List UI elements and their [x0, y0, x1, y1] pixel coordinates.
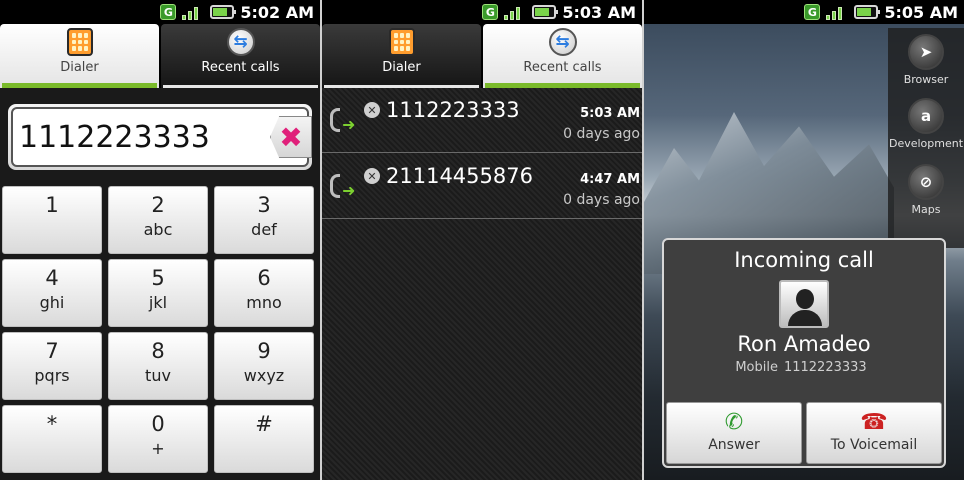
caller-name: Ron Amadeo [737, 332, 871, 356]
incoming-call-dialog: Incoming call Ron Amadeo Mobile 111222333… [662, 238, 946, 468]
call-date: 0 days ago [563, 192, 640, 208]
clock: 5:05 AM [884, 2, 958, 22]
status-bar: G 5:03 AM [322, 0, 642, 24]
network-type-icon: G [804, 4, 821, 20]
recent-calls-icon: ⇆ [226, 28, 255, 56]
phone-red-icon: ☎ [860, 409, 888, 435]
clock: 5:03 AM [562, 2, 636, 22]
contact-avatar-icon [779, 280, 829, 328]
phone-green-icon: ✆ [724, 409, 744, 435]
tab-label: Dialer [382, 60, 421, 75]
key-4[interactable]: 4 ghi [2, 259, 102, 327]
key-star[interactable]: * [2, 405, 102, 473]
call-log-item[interactable]: ➜ ✕ 21114455876 4:47 AM 0 days ago [322, 154, 642, 219]
tab-dialer[interactable]: Dialer [0, 24, 159, 88]
dialed-number: 1112223333 [11, 107, 309, 167]
key-hash[interactable]: # [214, 405, 314, 473]
app-browser[interactable]: ➤ Browser [888, 34, 964, 86]
outgoing-call-icon: ➜ [330, 108, 360, 134]
battery-icon [854, 5, 881, 19]
signal-icon [182, 4, 204, 20]
key-8[interactable]: 8 tuv [108, 332, 208, 400]
tab-label: Recent calls [523, 60, 602, 75]
caller-number: 1112223333 [783, 360, 867, 375]
signal-icon [504, 4, 526, 20]
key-9[interactable]: 9 wxyz [214, 332, 314, 400]
signal-icon [826, 4, 848, 20]
call-log-item[interactable]: ➜ ✕ 1112223333 5:03 AM 0 days ago [322, 88, 642, 153]
recent-calls-icon: ⇆ [548, 28, 577, 56]
delete-x-icon: ✖ [279, 120, 303, 154]
key-2[interactable]: 2 abc [108, 186, 208, 254]
call-time: 4:47 AM [580, 172, 640, 187]
app-development[interactable]: a Development [888, 98, 964, 150]
tab-recent-calls[interactable]: ⇆ Recent calls [483, 24, 642, 88]
dialog-buttons: ✆ Answer ☎ To Voicemail [666, 402, 942, 464]
tab-recent-calls[interactable]: ⇆ Recent calls [161, 24, 320, 88]
dialpad-icon [66, 28, 93, 56]
call-date: 0 days ago [563, 126, 640, 142]
caller-detail: Mobile 1112223333 [664, 360, 944, 375]
key-7[interactable]: 7 pqrs [2, 332, 102, 400]
browser-icon: ➤ [908, 34, 944, 70]
tab-label: Dialer [60, 60, 99, 75]
tab-dialer[interactable]: Dialer [322, 24, 481, 88]
development-icon: a [908, 98, 944, 134]
clock: 5:02 AM [240, 2, 314, 22]
answer-button[interactable]: ✆ Answer [666, 402, 802, 464]
app-maps[interactable]: ⊘ Maps [888, 164, 964, 216]
call-log-list: ➜ ✕ 1112223333 5:03 AM 0 days ago ➜ ✕ 21… [322, 88, 642, 480]
key-3[interactable]: 3 def [214, 186, 314, 254]
network-type-icon: G [160, 4, 177, 20]
key-6[interactable]: 6 mno [214, 259, 314, 327]
outgoing-call-icon: ➜ [330, 174, 360, 200]
tab-label: Recent calls [201, 60, 280, 75]
status-bar: G 5:05 AM [644, 0, 964, 24]
keypad: 1 2 abc 3 def 4 ghi 5 jkl 6 mno 7 pqrs 8 tuv 9w… [2, 186, 318, 473]
dialer-screen: G 5:02 AM Dialer ⇆ Recent calls 11122233… [0, 0, 320, 480]
app-drawer: ➤ Browser a Development ⊘ Maps [888, 28, 964, 248]
incoming-call-screen: G 5:05 AM ➤ Browser a Development ⊘ Maps… [644, 0, 964, 480]
number-type: Mobile [735, 360, 778, 375]
battery-icon [532, 5, 559, 19]
dialog-title: Incoming call [734, 248, 874, 272]
call-number: 21114455876 [386, 164, 533, 188]
network-type-icon: G [482, 4, 499, 20]
call-time: 5:03 AM [580, 106, 640, 121]
voicemail-button[interactable]: ☎ To Voicemail [806, 402, 942, 464]
key-5[interactable]: 5 jkl [108, 259, 208, 327]
call-number: 1112223333 [386, 98, 520, 122]
tab-bar: Dialer ⇆ Recent calls [0, 24, 320, 88]
key-1[interactable]: 1 [2, 186, 102, 254]
recent-calls-screen: G 5:03 AM Dialer ⇆ Recent calls ➜ ✕ 1112… [322, 0, 642, 480]
dialpad-icon [388, 28, 415, 56]
status-bar: G 5:02 AM [0, 0, 320, 24]
remove-x-icon[interactable]: ✕ [364, 168, 380, 184]
battery-icon [210, 5, 237, 19]
key-0[interactable]: 0 + [108, 405, 208, 473]
number-field[interactable]: 1112223333 [8, 104, 312, 170]
maps-icon: ⊘ [908, 164, 944, 200]
tab-bar: Dialer ⇆ Recent calls [322, 24, 642, 88]
remove-x-icon[interactable]: ✕ [364, 102, 380, 118]
